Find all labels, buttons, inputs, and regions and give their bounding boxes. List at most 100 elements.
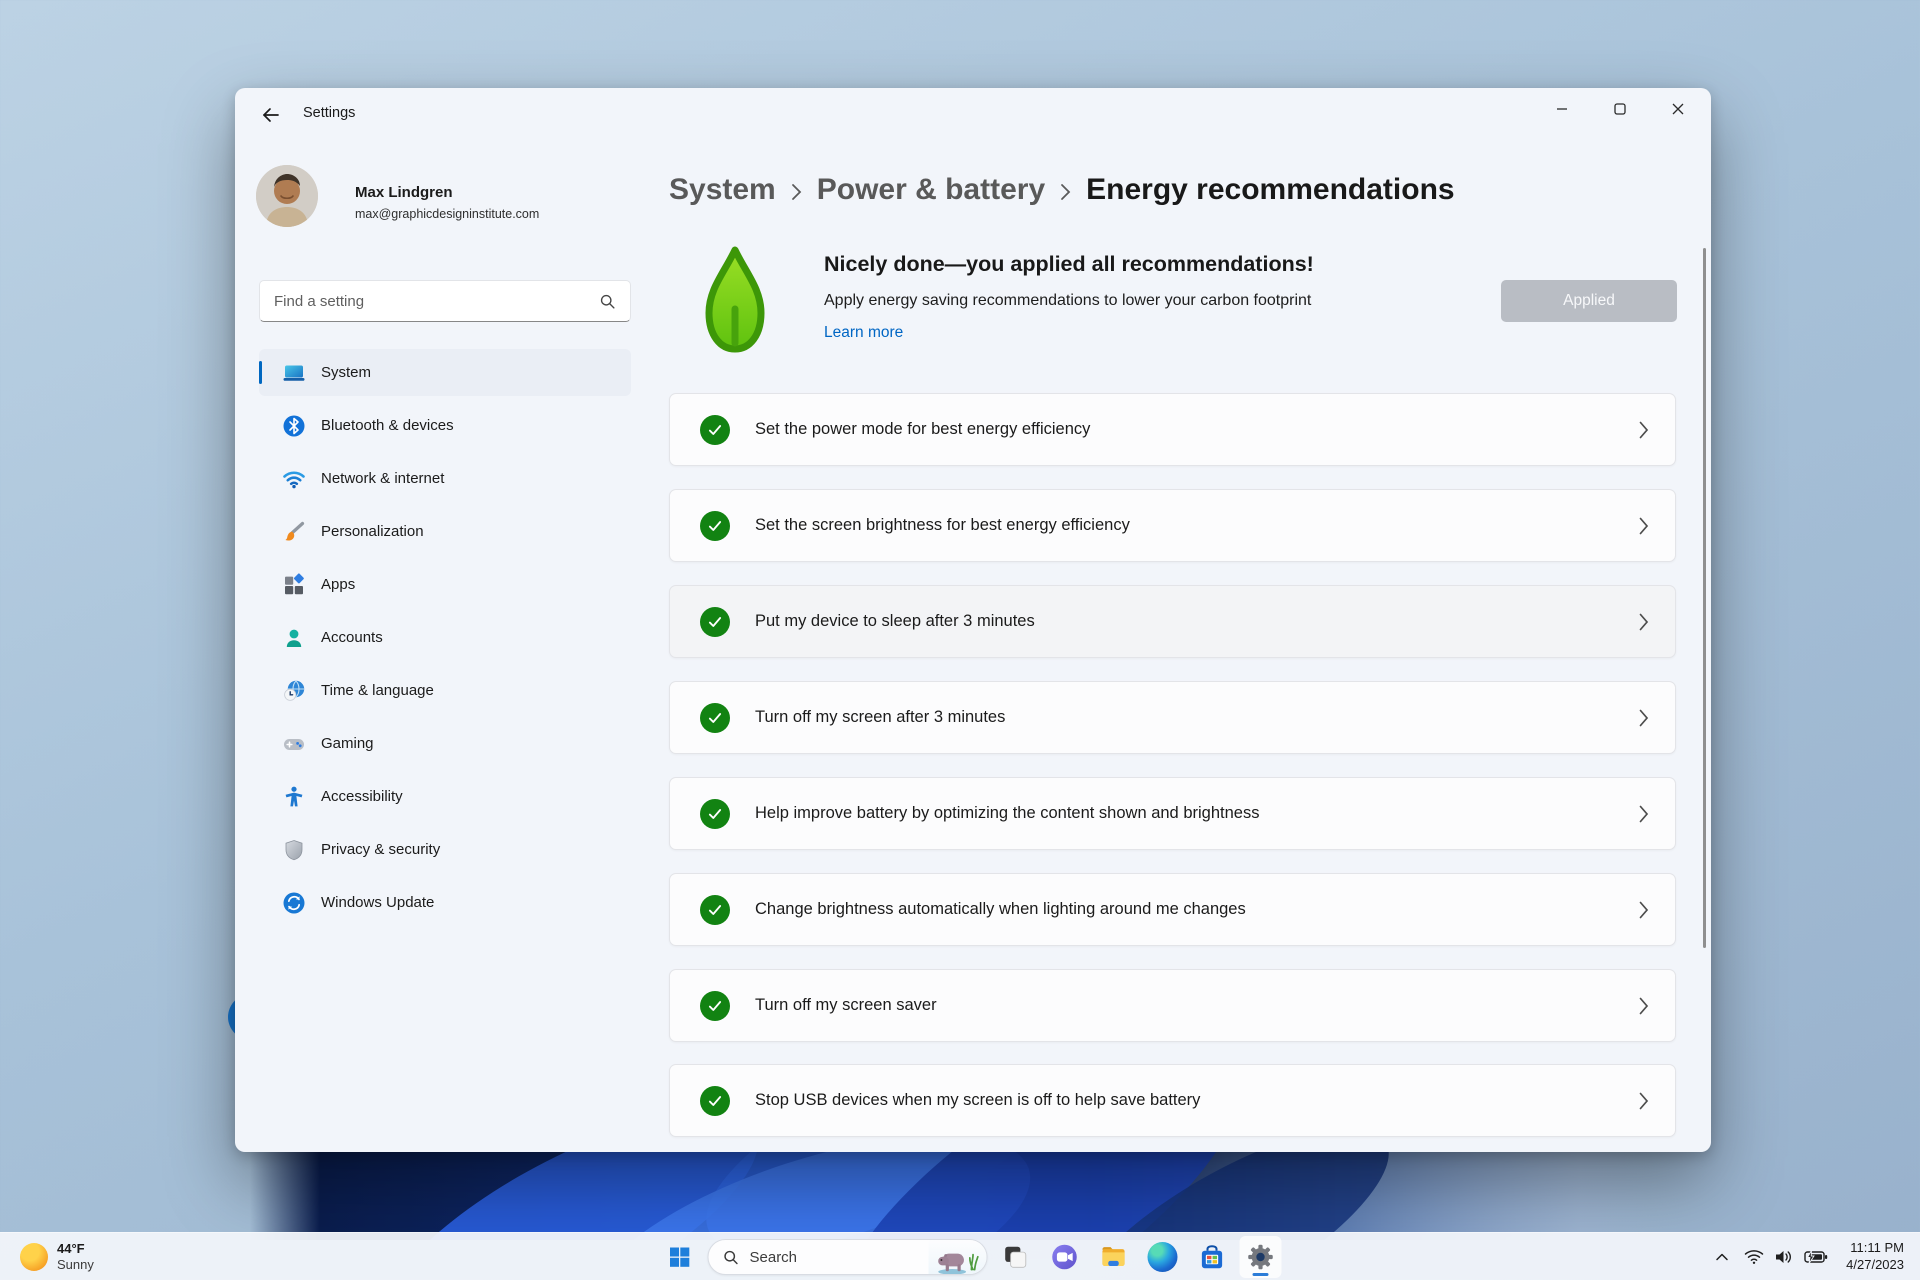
chat-icon xyxy=(1052,1244,1077,1270)
learn-more-link[interactable]: Learn more xyxy=(824,324,903,342)
back-button[interactable] xyxy=(253,100,289,130)
minimize-button[interactable] xyxy=(1533,88,1591,130)
back-arrow-icon xyxy=(263,108,279,122)
check-icon xyxy=(700,894,730,925)
page-title: Energy recommendations xyxy=(1086,173,1455,206)
breadcrumb-power-battery[interactable]: Power & battery xyxy=(817,173,1045,207)
leaf-icon xyxy=(705,246,765,353)
paintbrush-icon xyxy=(282,520,306,544)
breadcrumb-system[interactable]: System xyxy=(669,173,776,207)
active-app-indicator xyxy=(1252,1273,1269,1276)
selected-accent-bar xyxy=(259,361,262,384)
maximize-icon xyxy=(1614,103,1626,115)
sidebar-item-network-internet[interactable]: Network & internet xyxy=(259,455,631,502)
gamepad-icon xyxy=(282,732,306,756)
accounts-icon xyxy=(282,626,306,650)
search-icon[interactable] xyxy=(599,293,616,310)
chevron-right-icon xyxy=(1639,709,1649,727)
shield-icon xyxy=(282,838,306,862)
weather-temperature: 44°F xyxy=(57,1241,85,1257)
sidebar-item-gaming[interactable]: Gaming xyxy=(259,720,631,767)
titlebar: Settings xyxy=(235,88,1711,140)
apps-icon xyxy=(282,572,306,597)
windows-logo-icon xyxy=(670,1247,690,1267)
edge-button[interactable] xyxy=(1142,1236,1184,1278)
banner-subtitle: Apply energy saving recommendations to l… xyxy=(824,292,1312,309)
profile-name: Max Lindgren xyxy=(355,184,453,201)
close-button[interactable] xyxy=(1649,88,1707,130)
clock[interactable]: 11:11 PM 4/27/2023 xyxy=(1836,1240,1914,1274)
chevron-right-icon xyxy=(1639,901,1649,919)
window-title: Settings xyxy=(303,105,356,121)
sidebar-item-personalization[interactable]: Personalization xyxy=(259,508,631,555)
settings-window: Settings Max Lindgren max@graphicdesigni… xyxy=(235,88,1711,1152)
system-icon xyxy=(282,361,306,385)
close-icon xyxy=(1672,103,1684,115)
battery-icon xyxy=(1804,1250,1828,1264)
maximize-button[interactable] xyxy=(1591,88,1649,130)
taskbar-search[interactable]: Search xyxy=(707,1239,988,1275)
check-icon xyxy=(700,702,730,733)
file-explorer-button[interactable] xyxy=(1093,1236,1135,1278)
check-icon xyxy=(700,990,730,1021)
breadcrumb: System Power & battery Energy recommenda… xyxy=(669,166,1455,214)
taskbar-search-label: Search xyxy=(749,1248,798,1266)
chevron-right-icon xyxy=(1060,179,1071,201)
avatar[interactable] xyxy=(256,165,318,227)
volume-icon xyxy=(1776,1251,1792,1263)
search-icon xyxy=(724,1250,738,1264)
sidebar-item-windows-update[interactable]: Windows Update xyxy=(259,879,631,926)
check-icon xyxy=(700,414,730,445)
minimize-icon xyxy=(1557,108,1567,110)
recommendation-row-sleep[interactable]: Put my device to sleep after 3 minutes xyxy=(669,585,1676,658)
system-tray[interactable] xyxy=(1736,1237,1836,1277)
desktop: { "app": { "title": "Settings" }, "profi… xyxy=(0,0,1920,1280)
scrollbar[interactable] xyxy=(1703,248,1706,948)
recommendation-row-auto-brightness[interactable]: Change brightness automatically when lig… xyxy=(669,873,1676,946)
sidebar-item-accounts[interactable]: Accounts xyxy=(259,614,631,661)
search-highlight-image xyxy=(928,1240,987,1274)
start-button[interactable] xyxy=(659,1236,701,1278)
recommendation-row-power-mode[interactable]: Set the power mode for best energy effic… xyxy=(669,393,1676,466)
update-icon xyxy=(282,891,306,915)
tray-overflow-button[interactable] xyxy=(1708,1237,1736,1277)
wifi-icon xyxy=(282,467,306,491)
search-input[interactable] xyxy=(260,292,599,310)
edge-icon xyxy=(1147,1242,1178,1272)
sidebar-item-bluetooth-devices[interactable]: Bluetooth & devices xyxy=(259,402,631,449)
chevron-right-icon xyxy=(1639,1092,1649,1110)
chevron-right-icon xyxy=(791,179,802,201)
weather-condition: Sunny xyxy=(57,1257,94,1272)
profile-email: max@graphicdesigninstitute.com xyxy=(355,207,540,221)
weather-widget[interactable]: 44°F Sunny xyxy=(10,1233,104,1280)
applied-button[interactable]: Applied xyxy=(1501,280,1677,322)
task-view-button[interactable] xyxy=(995,1236,1037,1278)
sidebar-item-apps[interactable]: Apps xyxy=(259,561,631,608)
sidebar-item-system[interactable]: System xyxy=(259,349,631,396)
recommendation-row-screen-saver[interactable]: Turn off my screen saver xyxy=(669,969,1676,1042)
chevron-right-icon xyxy=(1639,997,1649,1015)
recommendation-row-screen-off[interactable]: Turn off my screen after 3 minutes xyxy=(669,681,1676,754)
banner-title: Nicely done—you applied all recommendati… xyxy=(824,252,1314,276)
store-button[interactable] xyxy=(1191,1236,1233,1278)
wifi-icon xyxy=(1744,1250,1764,1264)
globe-clock-icon xyxy=(282,679,306,703)
check-icon xyxy=(700,798,730,829)
store-icon xyxy=(1201,1244,1222,1268)
chat-button[interactable] xyxy=(1044,1236,1086,1278)
task-view-icon xyxy=(1005,1246,1027,1268)
find-a-setting-box xyxy=(259,280,631,322)
settings-gear-icon xyxy=(1248,1244,1273,1270)
sidebar-item-privacy-security[interactable]: Privacy & security xyxy=(259,826,631,873)
settings-button[interactable] xyxy=(1239,1236,1282,1278)
chevron-right-icon xyxy=(1639,421,1649,439)
accessibility-icon xyxy=(282,785,306,809)
check-icon xyxy=(700,606,730,637)
sidebar-item-time-language[interactable]: Time & language xyxy=(259,667,631,714)
recommendation-row-optimize-content[interactable]: Help improve battery by optimizing the c… xyxy=(669,777,1676,850)
clock-time: 11:11 PM xyxy=(1850,1240,1904,1256)
recommendation-row-usb[interactable]: Stop USB devices when my screen is off t… xyxy=(669,1064,1676,1137)
sidebar-item-accessibility[interactable]: Accessibility xyxy=(259,773,631,820)
recommendation-row-screen-brightness[interactable]: Set the screen brightness for best energ… xyxy=(669,489,1676,562)
check-icon xyxy=(700,510,730,541)
